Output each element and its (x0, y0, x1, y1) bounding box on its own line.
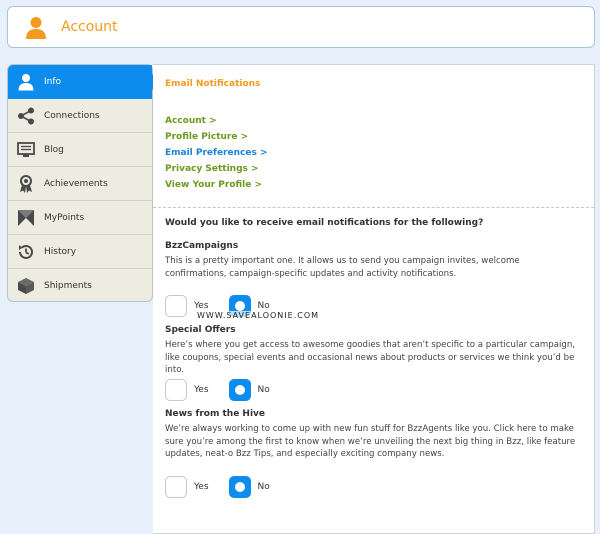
sidebar-item-mypoints[interactable]: MyPoints (8, 201, 152, 235)
divider (153, 207, 594, 208)
group-title: News from the Hive (165, 409, 266, 419)
sidebar-item-label: Info (44, 76, 62, 87)
points-icon (15, 207, 37, 229)
link-account[interactable]: Account > (165, 113, 267, 129)
sidebar-item-shipments[interactable]: Shipments (8, 269, 152, 303)
yes-checkbox[interactable] (165, 295, 187, 317)
section-title: Email Notifications (165, 79, 261, 89)
choice-row: Yes No (165, 379, 290, 401)
selected-dot-icon (234, 301, 245, 311)
sidebar-item-label: Blog (44, 144, 64, 155)
history-icon (15, 241, 37, 263)
sidebar-item-connections[interactable]: Connections (8, 99, 152, 133)
selected-dot-icon (234, 385, 245, 395)
choice-row: Yes No (165, 476, 290, 498)
no-label: No (257, 482, 270, 492)
link-profile-picture[interactable]: Profile Picture > (165, 129, 267, 145)
monitor-icon (15, 139, 37, 161)
sidebar-item-history[interactable]: History (8, 235, 152, 269)
watermark: WWW.SAVEALOONIE.COM (197, 311, 320, 320)
sidebar: Info Connections Blog Achievements MyPoi… (7, 64, 160, 303)
yes-label: Yes (194, 301, 209, 311)
share-icon (15, 105, 37, 127)
sidebar-item-label: Shipments (44, 281, 92, 291)
group-description: We’re always working to come up with new… (165, 424, 576, 460)
question-heading: Would you like to receive email notifica… (165, 218, 484, 228)
sidebar-item-achievements[interactable]: Achievements (8, 167, 152, 201)
selected-dot-icon (234, 482, 245, 492)
yes-label: Yes (194, 385, 209, 395)
sidebar-item-blog[interactable]: Blog (8, 133, 152, 167)
no-label: No (257, 301, 270, 311)
group-title: BzzCampaigns (165, 241, 239, 251)
group-title: Special Offers (165, 325, 236, 335)
main-panel: Email Notifications Account > Profile Pi… (153, 64, 595, 534)
group-description: Here’s where you get access to awesome g… (165, 340, 576, 376)
no-checkbox[interactable] (228, 476, 251, 498)
link-view-profile[interactable]: View Your Profile > (165, 177, 267, 193)
yes-label: Yes (194, 482, 209, 492)
account-header: Account (7, 6, 595, 48)
link-privacy-settings[interactable]: Privacy Settings > (165, 161, 267, 177)
yes-checkbox[interactable] (165, 476, 187, 498)
pref-group-special-offers: Special Offers Here’s where you get acce… (165, 325, 580, 415)
no-checkbox[interactable] (228, 379, 251, 401)
ribbon-icon (15, 173, 37, 195)
pref-group-news-from-hive: News from the Hive We’re always working … (165, 409, 580, 509)
sidebar-item-label: Connections (44, 110, 100, 121)
yes-checkbox[interactable] (165, 379, 187, 401)
link-email-preferences[interactable]: Email Preferences > (165, 145, 267, 161)
no-label: No (257, 385, 270, 395)
group-description: This is a pretty important one. It allow… (165, 256, 520, 279)
sidebar-item-label: MyPoints (44, 212, 85, 223)
sidebar-item-info[interactable]: Info (8, 65, 160, 99)
account-subnav: Account > Profile Picture > Email Prefer… (165, 113, 267, 193)
page-title: Account (61, 19, 118, 35)
person-icon (15, 71, 37, 93)
sidebar-item-label: History (44, 246, 77, 257)
box-icon (15, 275, 37, 297)
sidebar-item-label: Achievements (44, 178, 108, 189)
person-icon (26, 17, 46, 39)
